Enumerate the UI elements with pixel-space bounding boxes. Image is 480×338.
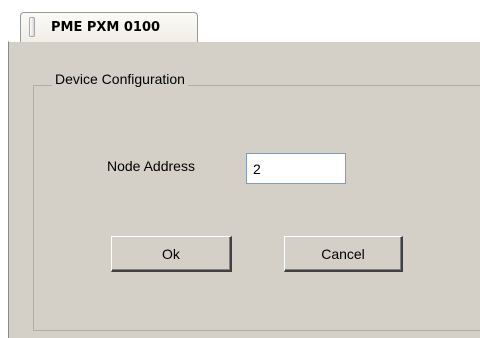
tab-handle-icon <box>29 17 35 37</box>
cancel-button[interactable]: Cancel <box>284 236 403 272</box>
tab-pme-pxm-0100[interactable]: PME PXM 0100 <box>20 12 198 42</box>
node-address-input[interactable] <box>246 153 346 184</box>
ok-button[interactable]: Ok <box>111 236 232 272</box>
tab-label: PME PXM 0100 <box>51 20 161 35</box>
device-configuration-group <box>33 85 480 331</box>
node-address-label: Node Address <box>107 158 195 174</box>
app-window: PME PXM 0100 Device Configuration Node A… <box>0 0 480 338</box>
group-title: Device Configuration <box>52 71 188 87</box>
